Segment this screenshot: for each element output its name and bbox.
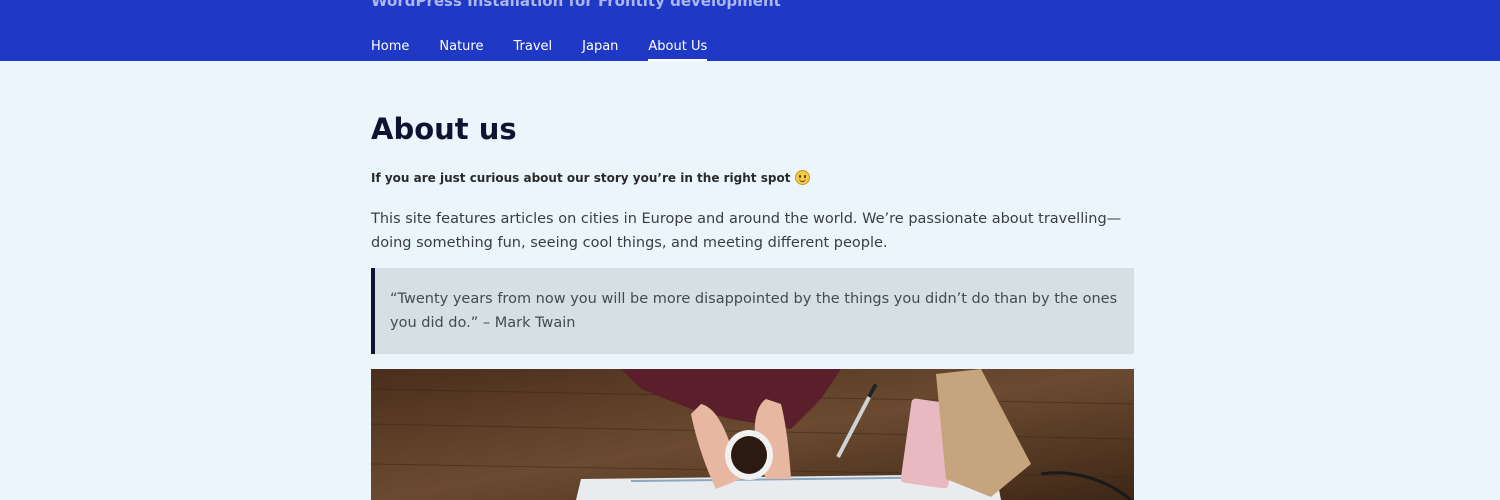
main-nav: Home Nature Travel Japan About Us [371, 38, 737, 61]
nav-item-japan[interactable]: Japan [582, 38, 618, 61]
site-header: WordPress Installation for Frontity deve… [0, 0, 1500, 61]
lead-paragraph: If you are just curious about our story … [371, 170, 811, 185]
nav-item-home[interactable]: Home [371, 38, 409, 61]
nav-item-travel[interactable]: Travel [513, 38, 552, 61]
nav-item-nature[interactable]: Nature [439, 38, 483, 61]
hero-image [371, 369, 1134, 500]
smiley-emoji-icon [795, 170, 811, 185]
intro-paragraph: This site features articles on cities in… [371, 211, 1122, 251]
lead-text: If you are just curious about our story … [371, 170, 791, 185]
page-title: About us [371, 112, 517, 146]
blockquote: “Twenty years from now you will be more … [371, 268, 1134, 354]
hero-image-illustration [371, 369, 1134, 500]
site-tagline: WordPress Installation for Frontity deve… [371, 0, 781, 10]
nav-item-about-us[interactable]: About Us [648, 38, 707, 61]
